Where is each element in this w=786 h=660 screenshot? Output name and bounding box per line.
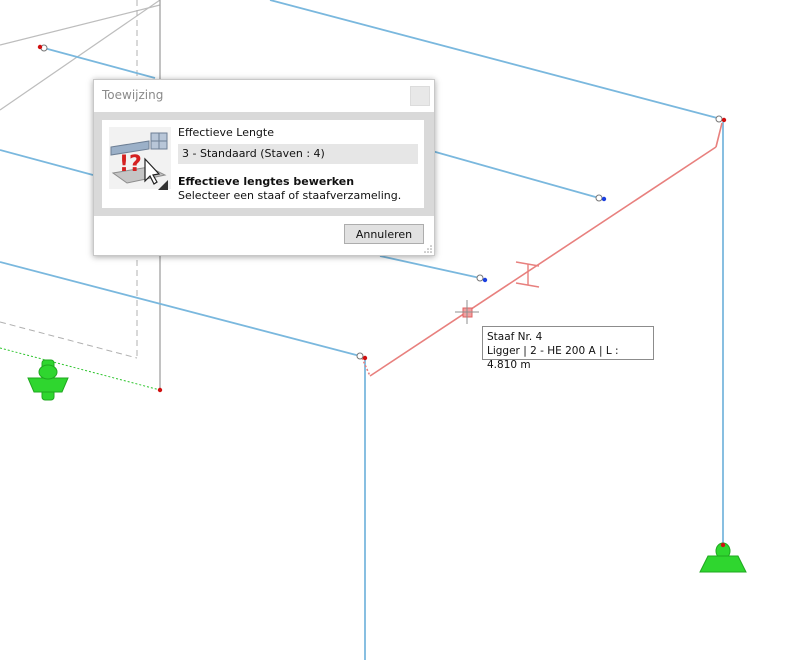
support-right-icon [699, 542, 747, 573]
dialog-inner-panel: !? Effectieve Lengte 3 - Standaard (Stav… [102, 120, 424, 208]
assignment-heading: Effectieve Lengte [178, 126, 274, 139]
resize-grip-icon[interactable] [424, 245, 432, 253]
cancel-button[interactable]: Annuleren [344, 224, 424, 244]
dialog-close-button[interactable] [410, 86, 430, 106]
tooltip-member-details: Ligger | 2 - HE 200 A | L : 4.810 m [487, 345, 619, 371]
member-left-beam-2[interactable] [0, 149, 94, 176]
instruction-text: Selecteer een staaf of staafverzameling. [178, 189, 402, 202]
expand-triangle-icon[interactable] [158, 180, 168, 190]
tooltip-member-number: Staaf Nr. 4 [487, 331, 543, 343]
support-left-icon [27, 359, 69, 401]
section-marker-icon [515, 261, 540, 288]
crosshair-cursor-icon [455, 300, 479, 324]
member-left-beam-1[interactable] [43, 47, 156, 79]
assignment-dialog: Toewijzing !? Effectieve Lengte 3 - Stan… [93, 79, 435, 256]
dialog-title: Toewijzing [102, 88, 164, 102]
effective-length-select[interactable]: 3 - Standaard (Staven : 4) [178, 144, 418, 164]
member-mid-beam-2[interactable] [379, 255, 481, 279]
dialog-panel: !? Effectieve Lengte 3 - Standaard (Stav… [94, 112, 434, 216]
member-lower-beam[interactable] [0, 261, 361, 357]
member-tooltip: Staaf Nr. 4 Ligger | 2 - HE 200 A | L : … [482, 326, 654, 371]
svg-text:!?: !? [119, 152, 142, 177]
member-mid-beam-1[interactable] [431, 150, 600, 199]
instruction-title: Effectieve lengtes bewerken [178, 175, 355, 188]
